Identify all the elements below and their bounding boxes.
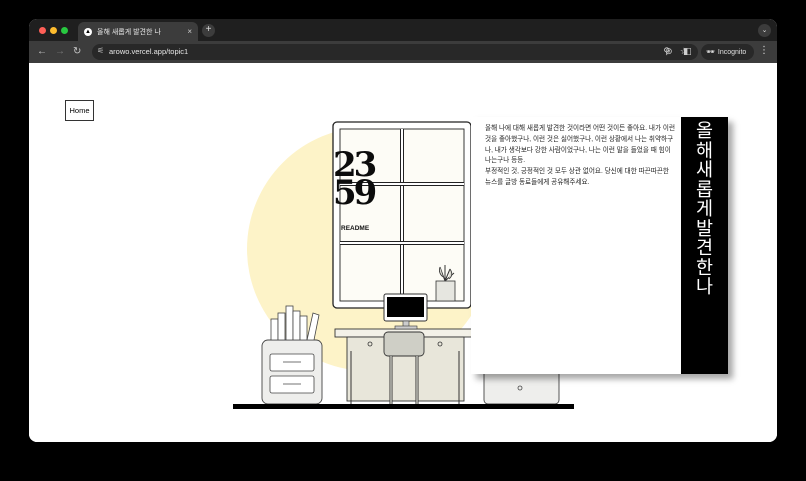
browser-window: ▲ 올해 새롭게 발견한 나 × + ⌄ ← → ↻ ⚟ arowo.verce… xyxy=(29,19,777,442)
menu-icon[interactable]: ⋮ xyxy=(759,45,769,56)
drawer-cabinet xyxy=(261,339,323,405)
forward-icon[interactable]: → xyxy=(55,45,65,59)
url-text: arowo.vercel.app/topic1 xyxy=(109,47,189,56)
tab-title: 올해 새롭게 발견한 나 xyxy=(97,28,161,36)
card-body: 올해 나에 대해 새롭게 발견한 것이라면 어떤 것이든 좋아요. 내가 이런 … xyxy=(485,124,675,189)
page-content: Home 23 59 README 올해 나에 대해 새롭게 발견한 것이라면 … xyxy=(29,63,777,442)
maximize-window-button[interactable] xyxy=(61,27,68,34)
reload-icon[interactable]: ↻ xyxy=(73,45,81,59)
address-bar[interactable]: ⚟ arowo.vercel.app/topic1 ⚲ ☆ xyxy=(92,44,698,60)
incognito-badge[interactable]: 🕶 Incognito xyxy=(701,44,754,60)
topic-card: 올해 나에 대해 새롭게 발견한 것이라면 어떤 것이든 좋아요. 내가 이런 … xyxy=(471,117,728,374)
side-panel-icon[interactable]: ◧ xyxy=(683,46,692,57)
browser-toolbar: ← → ↻ ⚟ arowo.vercel.app/topic1 ⚲ ☆ ⊚ ◧ … xyxy=(29,41,777,63)
clock-minutes: 59 xyxy=(333,173,377,213)
tab-search-chevron-icon[interactable]: ⌄ xyxy=(758,24,771,37)
incognito-icon: 🕶 xyxy=(706,49,715,56)
incognito-label: Incognito xyxy=(717,48,747,56)
minimize-window-button[interactable] xyxy=(50,27,57,34)
tab-strip: ▲ 올해 새롭게 발견한 나 × + ⌄ xyxy=(29,19,777,41)
tab-close-icon[interactable]: × xyxy=(187,27,192,36)
favicon-icon: ▲ xyxy=(84,27,92,36)
card-paragraph: 올해 나에 대해 새롭게 발견한 것이라면 어떤 것이든 좋아요. 내가 이런 … xyxy=(485,125,676,165)
card-title: 올해 새롭게 발견한 나 xyxy=(681,117,728,374)
floor-line xyxy=(233,404,574,409)
tab-active[interactable]: ▲ 올해 새롭게 발견한 나 × xyxy=(78,22,198,41)
back-icon[interactable]: ← xyxy=(37,45,47,59)
extensions-icon[interactable]: ⊚ xyxy=(665,46,673,57)
card-paragraph: 부정적인 것, 긍정적인 것 모두 상관 없어요. 당신에 대한 따끈따끈한 뉴… xyxy=(485,168,669,186)
clock-display: 23 59 xyxy=(333,148,377,213)
site-settings-icon[interactable]: ⚟ xyxy=(97,46,104,55)
new-tab-button[interactable]: + xyxy=(202,24,215,37)
readme-link[interactable]: README xyxy=(341,225,369,232)
close-window-button[interactable] xyxy=(39,27,46,34)
